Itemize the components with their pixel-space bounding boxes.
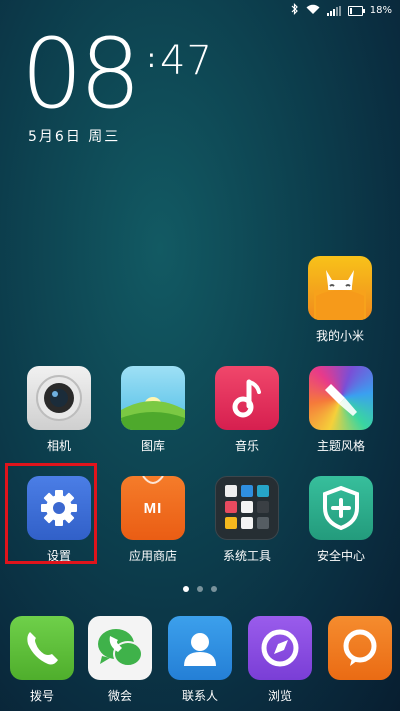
phone-icon (10, 616, 74, 680)
message-bubble-icon (328, 616, 392, 680)
app-label: 音乐 (234, 439, 259, 453)
app-label: 相机 (46, 439, 71, 453)
app-label: 我的小米 (315, 329, 364, 343)
date-text: 5月6日 周三 (28, 129, 121, 145)
app-gallery[interactable]: 图库 (113, 366, 193, 454)
app-music[interactable]: 音乐 (207, 366, 287, 454)
compass-icon (248, 616, 312, 680)
shopping-bag-icon: MI (121, 476, 185, 540)
app-security[interactable]: 安全中心 (301, 476, 381, 564)
app-label: 系统工具 (222, 549, 271, 563)
app-label: 浏览 (267, 689, 292, 703)
clock-hour: 08 (20, 18, 142, 130)
battery-percentage: 18% (369, 5, 392, 16)
battery-icon (347, 5, 365, 16)
paintbrush-icon (309, 366, 373, 430)
shield-icon (309, 476, 373, 540)
music-note-icon (215, 366, 279, 430)
camera-lens-icon (27, 366, 91, 430)
page-indicator[interactable] (0, 586, 400, 592)
dock-dialer[interactable]: 拨号 (2, 616, 82, 704)
wifi-icon (306, 4, 320, 18)
mi-bunny-icon (308, 256, 372, 320)
app-store[interactable]: MI 应用商店 (113, 476, 193, 564)
dock-contacts[interactable]: 联系人 (160, 616, 240, 704)
dock-wechat[interactable]: 微会 (80, 616, 160, 704)
app-camera[interactable]: 相机 (19, 366, 99, 454)
app-label: 应用商店 (128, 549, 177, 563)
signal-icon (326, 5, 341, 16)
app-label: 联系人 (181, 689, 218, 703)
app-themes[interactable]: 主题风格 (301, 366, 381, 454)
dock-messages[interactable] (320, 616, 400, 687)
app-label: 图库 (140, 439, 165, 453)
folder-system-tools[interactable]: 系统工具 (207, 476, 287, 564)
landscape-icon (121, 366, 185, 430)
clock-minute: 47 (160, 38, 213, 84)
mi-logo-text: MI (143, 500, 163, 517)
clock-widget[interactable]: 08 : 47 (20, 18, 212, 130)
app-label: 拨号 (29, 689, 54, 703)
chat-bubbles-icon (88, 616, 152, 680)
app-mi[interactable]: 我的小米 (300, 256, 380, 344)
folder-icon (215, 476, 279, 540)
dock-browser[interactable]: 浏览 (240, 616, 320, 704)
app-label: 主题风格 (316, 439, 365, 453)
page-dot[interactable] (211, 586, 217, 592)
contact-person-icon (168, 616, 232, 680)
bluetooth-icon (291, 3, 299, 18)
app-label: 微会 (107, 689, 132, 703)
highlight-box (5, 463, 97, 564)
clock-colon: : (147, 44, 156, 74)
app-label: 安全中心 (316, 549, 365, 563)
page-dot[interactable] (183, 586, 189, 592)
page-dot[interactable] (197, 586, 203, 592)
